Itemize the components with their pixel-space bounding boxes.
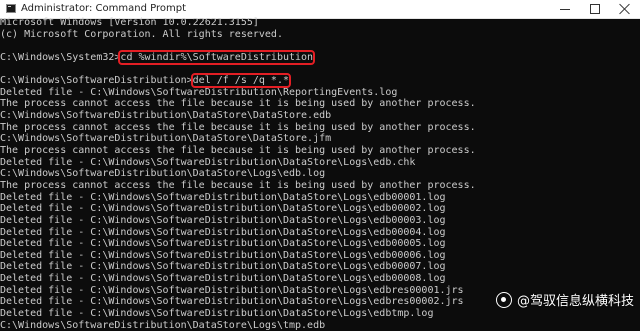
console-line: The process cannot access the file becau…	[0, 98, 476, 110]
watermark-logo-icon	[495, 291, 512, 308]
window-title: Administrator: Command Prompt	[21, 3, 186, 14]
console-line: (c) Microsoft Corporation. All rights re…	[0, 28, 283, 40]
console-line: Deleted file - C:\Windows\SoftwareDistri…	[0, 156, 416, 168]
console-line: C:\Windows\SoftwareDistribution\DataStor…	[0, 168, 326, 180]
console-line: C:\Windows\SoftwareDistribution\DataStor…	[0, 319, 326, 331]
maximize-icon	[590, 4, 600, 14]
console-output[interactable]: Microsoft Windows [Version 10.0.22621.31…	[0, 17, 640, 331]
close-button[interactable]	[610, 0, 640, 18]
watermark-text: @驾驭信息纵横科技	[516, 294, 634, 309]
console-line: Deleted file - C:\Windows\SoftwareDistri…	[0, 203, 446, 215]
console-line: C:\Windows\SoftwareDistribution\DataStor…	[0, 133, 332, 145]
maximize-button[interactable]	[580, 0, 610, 18]
watermark: @驾驭信息纵横科技	[495, 290, 634, 309]
console-line: Deleted file - C:\Windows\SoftwareDistri…	[0, 86, 398, 98]
console-line: Deleted file - C:\Windows\SoftwareDistri…	[0, 261, 446, 273]
prompt-prefix: C:\Windows\SoftwareDistribution>	[0, 75, 193, 87]
console-line: C:\Windows\SoftwareDistribution\DataStor…	[0, 110, 332, 122]
prompt-prefix: C:\Windows\System32>	[0, 51, 121, 63]
highlighted-command: cd %windir%\SoftwareDistribution	[118, 49, 316, 65]
console-line: Deleted file - C:\Windows\SoftwareDistri…	[0, 273, 446, 285]
console-line: Deleted file - C:\Windows\SoftwareDistri…	[0, 249, 446, 261]
console-line: C:\Windows\SoftwareDistribution>del /f /…	[0, 73, 640, 89]
cmd-icon	[6, 4, 16, 13]
console-line: Deleted file - C:\Windows\SoftwareDistri…	[0, 238, 446, 250]
console-line: The process cannot access the file becau…	[0, 121, 476, 133]
console-line: C:\Windows\System32>cd %windir%\Software…	[0, 49, 640, 65]
close-icon	[619, 3, 631, 15]
minimize-button[interactable]	[550, 0, 580, 18]
command-prompt-window: Administrator: Command Prompt Microsoft …	[0, 0, 640, 331]
console-line: Deleted file - C:\Windows\SoftwareDistri…	[0, 226, 446, 238]
console-line: The process cannot access the file becau…	[0, 145, 476, 157]
console-line: Deleted file - C:\Windows\SoftwareDistri…	[0, 191, 446, 203]
minimize-icon	[560, 9, 570, 10]
console-line: The process cannot access the file becau…	[0, 179, 476, 191]
console-line: Microsoft Windows [Version 10.0.22621.31…	[0, 17, 259, 28]
console-line: Deleted file - C:\Windows\SoftwareDistri…	[0, 308, 434, 320]
highlighted-command: del /f /s /q *.*	[190, 73, 291, 89]
console-line: Deleted file - C:\Windows\SoftwareDistri…	[0, 214, 446, 226]
